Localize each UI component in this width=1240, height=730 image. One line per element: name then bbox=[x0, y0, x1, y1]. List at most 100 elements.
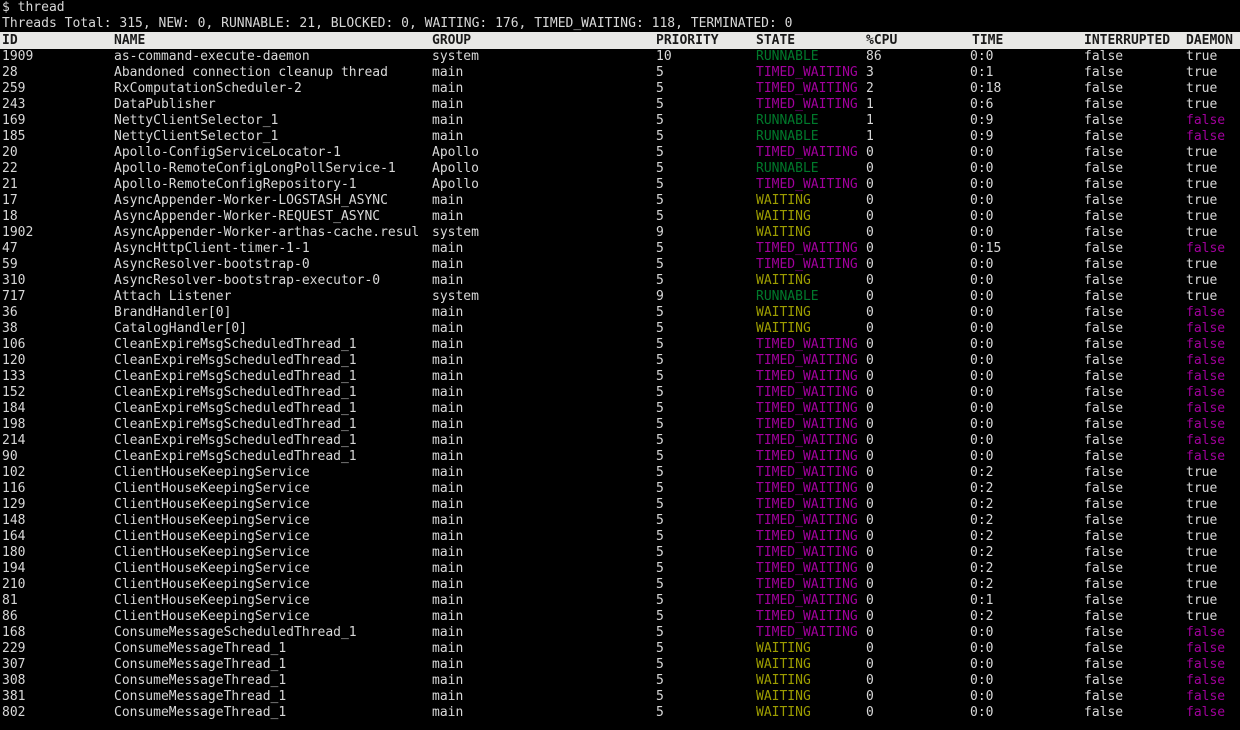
thread-state: TIMED_WAITING bbox=[756, 449, 858, 464]
table-row[interactable]: 20 Apollo-ConfigServiceLocator-1 Apollo 5 TI… bbox=[0, 145, 1240, 161]
table-row[interactable]: 18 AsyncAppender-Worker-REQUEST_ASYNC main… bbox=[0, 209, 1240, 225]
thread-interrupted: false bbox=[1084, 609, 1124, 624]
column-header-group: GROUP bbox=[432, 33, 472, 48]
table-row[interactable]: 307 ConsumeMessageThread_1 main 5 WAITING 0 0:… bbox=[0, 657, 1240, 673]
thread-group: system bbox=[432, 49, 479, 64]
thread-interrupted: false bbox=[1084, 209, 1124, 224]
thread-interrupted: false bbox=[1084, 401, 1124, 416]
thread-state: TIMED_WAITING bbox=[756, 257, 858, 272]
table-row[interactable]: 102 ClientHouseKeepingService main 5 TIMED_W… bbox=[0, 465, 1240, 481]
table-row[interactable]: 184 CleanExpireMsgScheduledThread_1 main 5 T… bbox=[0, 401, 1240, 417]
thread-id: 116 bbox=[2, 481, 26, 496]
table-row[interactable]: 106 CleanExpireMsgScheduledThread_1 main 5 T… bbox=[0, 337, 1240, 353]
table-row[interactable]: 22 Apollo-RemoteConfigLongPollService-1 Ap… bbox=[0, 161, 1240, 177]
thread-id: 47 bbox=[2, 241, 18, 256]
thread-id: 38 bbox=[2, 321, 18, 336]
thread-group: main bbox=[432, 545, 464, 560]
thread-daemon: false bbox=[1186, 433, 1226, 448]
table-row[interactable]: 86 ClientHouseKeepingService main 5 TIMED_WA… bbox=[0, 609, 1240, 625]
thread-interrupted: false bbox=[1084, 417, 1124, 432]
table-row[interactable]: 229 ConsumeMessageThread_1 main 5 WAITING 0 0:… bbox=[0, 641, 1240, 657]
table-row[interactable]: 133 CleanExpireMsgScheduledThread_1 main 5 T… bbox=[0, 369, 1240, 385]
thread-interrupted: false bbox=[1084, 321, 1124, 336]
table-row[interactable]: 194 ClientHouseKeepingService main 5 TIMED_W… bbox=[0, 561, 1240, 577]
table-row[interactable]: 17 AsyncAppender-Worker-LOGSTASH_ASYNC mai… bbox=[0, 193, 1240, 209]
table-row[interactable]: 169 NettyClientSelector_1 main 5 RUNNABLE 1 0:… bbox=[0, 113, 1240, 129]
thread-daemon: true bbox=[1186, 97, 1218, 112]
table-row[interactable]: 148 ClientHouseKeepingService main 5 TIMED_W… bbox=[0, 513, 1240, 529]
thread-priority: 5 bbox=[656, 257, 664, 272]
thread-priority: 5 bbox=[656, 545, 664, 560]
table-row[interactable]: 164 ClientHouseKeepingService main 5 TIMED_W… bbox=[0, 529, 1240, 545]
table-row[interactable]: 180 ClientHouseKeepingService main 5 TIMED_W… bbox=[0, 545, 1240, 561]
thread-name: ClientHouseKeepingService bbox=[114, 465, 310, 480]
table-row[interactable]: 21 Apollo-RemoteConfigRepository-1 Apollo 5… bbox=[0, 177, 1240, 193]
thread-priority: 5 bbox=[656, 177, 664, 192]
thread-id: 22 bbox=[2, 161, 18, 176]
thread-priority: 5 bbox=[656, 465, 664, 480]
table-row[interactable]: 90 CleanExpireMsgScheduledThread_1 main 5 TI… bbox=[0, 449, 1240, 465]
table-row[interactable]: 381 ConsumeMessageThread_1 main 5 WAITING 0 0:… bbox=[0, 689, 1240, 705]
thread-group: Apollo bbox=[432, 145, 479, 160]
table-row[interactable]: 243 DataPublisher main 5 TIMED_WAITING 1 0:6 fa… bbox=[0, 97, 1240, 113]
thread-interrupted: false bbox=[1084, 241, 1124, 256]
thread-state: WAITING bbox=[756, 209, 811, 224]
table-row[interactable]: 116 ClientHouseKeepingService main 5 TIMED_W… bbox=[0, 481, 1240, 497]
thread-interrupted: false bbox=[1084, 145, 1124, 160]
thread-time: 0:0 bbox=[970, 369, 994, 384]
thread-name: CleanExpireMsgScheduledThread_1 bbox=[114, 417, 357, 432]
thread-cpu: 0 bbox=[866, 257, 874, 272]
table-row[interactable]: 59 AsyncResolver-bootstrap-0 main 5 TIMED_WA… bbox=[0, 257, 1240, 273]
thread-daemon: true bbox=[1186, 65, 1218, 80]
thread-daemon: true bbox=[1186, 273, 1218, 288]
thread-name: CleanExpireMsgScheduledThread_1 bbox=[114, 337, 357, 352]
table-row[interactable]: 185 NettyClientSelector_1 main 5 RUNNABLE 1 0:… bbox=[0, 129, 1240, 145]
table-row[interactable]: 36 BrandHandler[0] main 5 WAITING 0 0:0 false fa… bbox=[0, 305, 1240, 321]
thread-state: TIMED_WAITING bbox=[756, 177, 858, 192]
table-row[interactable]: 802 ConsumeMessageThread_1 main 5 WAITING 0 0:… bbox=[0, 705, 1240, 721]
thread-group: system bbox=[432, 225, 479, 240]
thread-group: main bbox=[432, 577, 464, 592]
table-row[interactable]: 1902 AsyncAppender-Worker-arthas-cache.re… bbox=[0, 225, 1240, 241]
table-row[interactable]: 168 ConsumeMessageScheduledThread_1 main 5 T… bbox=[0, 625, 1240, 641]
thread-interrupted: false bbox=[1084, 65, 1124, 80]
thread-name: AsyncAppender-Worker-REQUEST_ASYNC bbox=[114, 209, 381, 224]
table-row[interactable]: 47 AsyncHttpClient-timer-1-1 main 5 TIMED_WA… bbox=[0, 241, 1240, 257]
thread-name: ClientHouseKeepingService bbox=[114, 513, 310, 528]
table-row[interactable]: 210 ClientHouseKeepingService main 5 TIMED_W… bbox=[0, 577, 1240, 593]
table-row[interactable]: 152 CleanExpireMsgScheduledThread_1 main 5 T… bbox=[0, 385, 1240, 401]
table-row[interactable]: 129 ClientHouseKeepingService main 5 TIMED_W… bbox=[0, 497, 1240, 513]
thread-name: ClientHouseKeepingService bbox=[114, 593, 310, 608]
table-row[interactable]: 81 ClientHouseKeepingService main 5 TIMED_WA… bbox=[0, 593, 1240, 609]
thread-time: 0:0 bbox=[970, 353, 994, 368]
thread-interrupted: false bbox=[1084, 129, 1124, 144]
thread-time: 0:2 bbox=[970, 465, 994, 480]
thread-priority: 5 bbox=[656, 209, 664, 224]
table-row[interactable]: 308 ConsumeMessageThread_1 main 5 WAITING 0 0:… bbox=[0, 673, 1240, 689]
table-row[interactable]: 120 CleanExpireMsgScheduledThread_1 main 5 T… bbox=[0, 353, 1240, 369]
table-row[interactable]: 38 CatalogHandler[0] main 5 WAITING 0 0:0 false… bbox=[0, 321, 1240, 337]
table-row[interactable]: 214 CleanExpireMsgScheduledThread_1 main 5 T… bbox=[0, 433, 1240, 449]
thread-name: AsyncResolver-bootstrap-executor-0 bbox=[114, 273, 381, 288]
thread-state: RUNNABLE bbox=[756, 113, 819, 128]
thread-id: 36 bbox=[2, 305, 18, 320]
thread-group: main bbox=[432, 337, 464, 352]
thread-cpu: 0 bbox=[866, 273, 874, 288]
thread-daemon: true bbox=[1186, 561, 1218, 576]
table-row[interactable]: 1909 as-command-execute-daemon system 10 RUN… bbox=[0, 49, 1240, 65]
thread-time: 0:2 bbox=[970, 561, 994, 576]
thread-group: main bbox=[432, 273, 464, 288]
thread-daemon: true bbox=[1186, 257, 1218, 272]
table-row[interactable]: 198 CleanExpireMsgScheduledThread_1 main 5 T… bbox=[0, 417, 1240, 433]
thread-time: 0:0 bbox=[970, 305, 994, 320]
thread-cpu: 0 bbox=[866, 353, 874, 368]
thread-priority: 5 bbox=[656, 385, 664, 400]
thread-cpu: 3 bbox=[866, 65, 874, 80]
thread-id: 90 bbox=[2, 449, 18, 464]
table-row[interactable]: 259 RxComputationScheduler-2 main 5 TIMED_WA… bbox=[0, 81, 1240, 97]
table-row[interactable]: 717 Attach Listener system 9 RUNNABLE 0 0:0 fal… bbox=[0, 289, 1240, 305]
thread-cpu: 0 bbox=[866, 689, 874, 704]
table-row[interactable]: 28 Abandoned connection cleanup thread mai… bbox=[0, 65, 1240, 81]
table-row[interactable]: 310 AsyncResolver-bootstrap-executor-0 mai… bbox=[0, 273, 1240, 289]
thread-name: Apollo-ConfigServiceLocator-1 bbox=[114, 145, 341, 160]
